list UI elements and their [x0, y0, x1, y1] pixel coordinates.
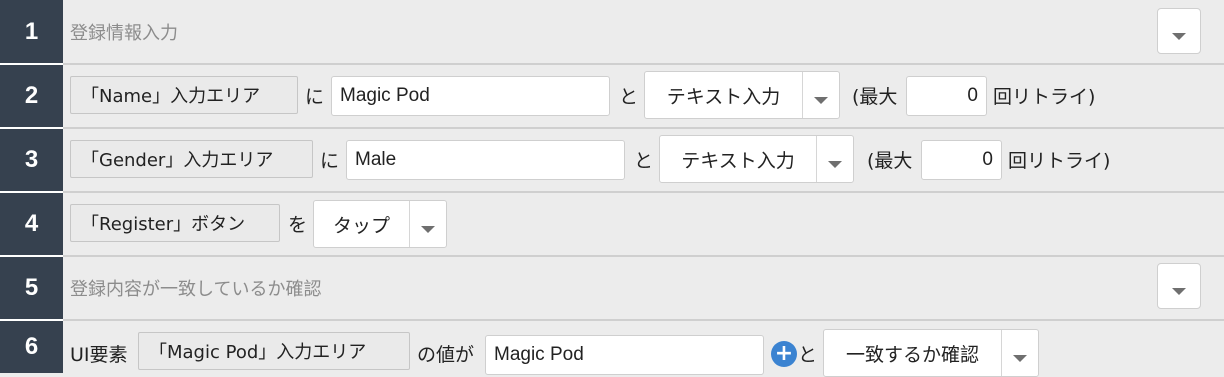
step-number: 4: [0, 193, 63, 255]
action-label: テキスト入力: [666, 85, 781, 108]
chevron-down-icon: [1013, 354, 1027, 362]
particle-label: に: [320, 149, 340, 172]
step-number: 5: [0, 257, 63, 319]
step-content: 「Gender」入力エリア に Male と テキスト入力 (最大 0 回リトラ…: [63, 129, 1224, 191]
action-dropdown[interactable]: タップ: [313, 200, 447, 248]
expand-button[interactable]: [1157, 8, 1201, 54]
particle-label: と: [619, 85, 639, 108]
chevron-down-icon: [828, 160, 842, 168]
ui-element-selector[interactable]: 「Name」入力エリア: [70, 76, 298, 114]
prefix-label: UI要素: [70, 343, 128, 366]
chevron-down-icon: [421, 225, 435, 233]
retry-suffix: 回リトライ): [993, 85, 1096, 108]
particle-label: と: [798, 343, 818, 366]
step-content: 「Name」入力エリア に Magic Pod と テキスト入力 (最大 0 回…: [63, 65, 1224, 127]
chevron-down-icon: [814, 96, 828, 104]
step-number: 1: [0, 0, 63, 63]
retry-prefix: (最大: [852, 85, 898, 108]
action-label: タップ: [332, 214, 390, 237]
step-content: 「Register」ボタン を タップ: [63, 193, 1224, 255]
particle-label: の値が: [417, 343, 475, 366]
action-label: テキスト入力: [681, 149, 795, 172]
step-content: UI要素 「Magic Pod」入力エリア の値が Magic Pod + と …: [63, 321, 1224, 377]
value-input[interactable]: Magic Pod: [485, 335, 764, 375]
expand-button[interactable]: [1157, 263, 1201, 309]
ui-element-selector[interactable]: 「Magic Pod」入力エリア: [138, 332, 410, 370]
retry-suffix: 回リトライ): [1008, 149, 1111, 172]
step-row-2: 2 「Name」入力エリア に Magic Pod と テキスト入力 (最大 0…: [0, 65, 1224, 127]
step-row-6: 6 UI要素 「Magic Pod」入力エリア の値が Magic Pod + …: [0, 321, 1224, 377]
step-content: 登録内容が一致しているか確認: [63, 257, 1224, 319]
retry-prefix: (最大: [867, 149, 913, 172]
step-content: 登録情報入力: [63, 0, 1224, 63]
value-input[interactable]: Magic Pod: [331, 76, 610, 116]
step-number: 6: [0, 321, 63, 373]
comment-text[interactable]: 登録内容が一致しているか確認: [70, 273, 321, 303]
ui-element-selector[interactable]: 「Register」ボタン: [70, 204, 280, 242]
step-number: 2: [0, 65, 63, 127]
action-dropdown[interactable]: テキスト入力: [644, 71, 840, 119]
action-dropdown[interactable]: テキスト入力: [659, 135, 854, 183]
step-row-4: 4 「Register」ボタン を タップ: [0, 193, 1224, 255]
step-row-3: 3 「Gender」入力エリア に Male と テキスト入力 (最大 0 回リ…: [0, 129, 1224, 191]
step-row-5: 5 登録内容が一致しているか確認: [0, 257, 1224, 319]
value-input[interactable]: Male: [346, 140, 625, 180]
particle-label: と: [634, 149, 654, 172]
chevron-down-icon: [1172, 287, 1186, 295]
plus-circle-icon[interactable]: +: [771, 341, 797, 367]
particle-label: に: [305, 85, 325, 108]
retry-count-input[interactable]: 0: [906, 76, 987, 116]
retry-count-input[interactable]: 0: [921, 140, 1002, 180]
comment-text[interactable]: 登録情報入力: [70, 17, 178, 47]
particle-label: を: [288, 213, 308, 236]
action-label: 一致するか確認: [845, 343, 979, 366]
step-number: 3: [0, 129, 63, 191]
action-dropdown[interactable]: 一致するか確認: [823, 329, 1039, 377]
chevron-down-icon: [1172, 32, 1186, 40]
ui-element-selector[interactable]: 「Gender」入力エリア: [70, 140, 313, 178]
step-row-1: 1 登録情報入力: [0, 0, 1224, 63]
